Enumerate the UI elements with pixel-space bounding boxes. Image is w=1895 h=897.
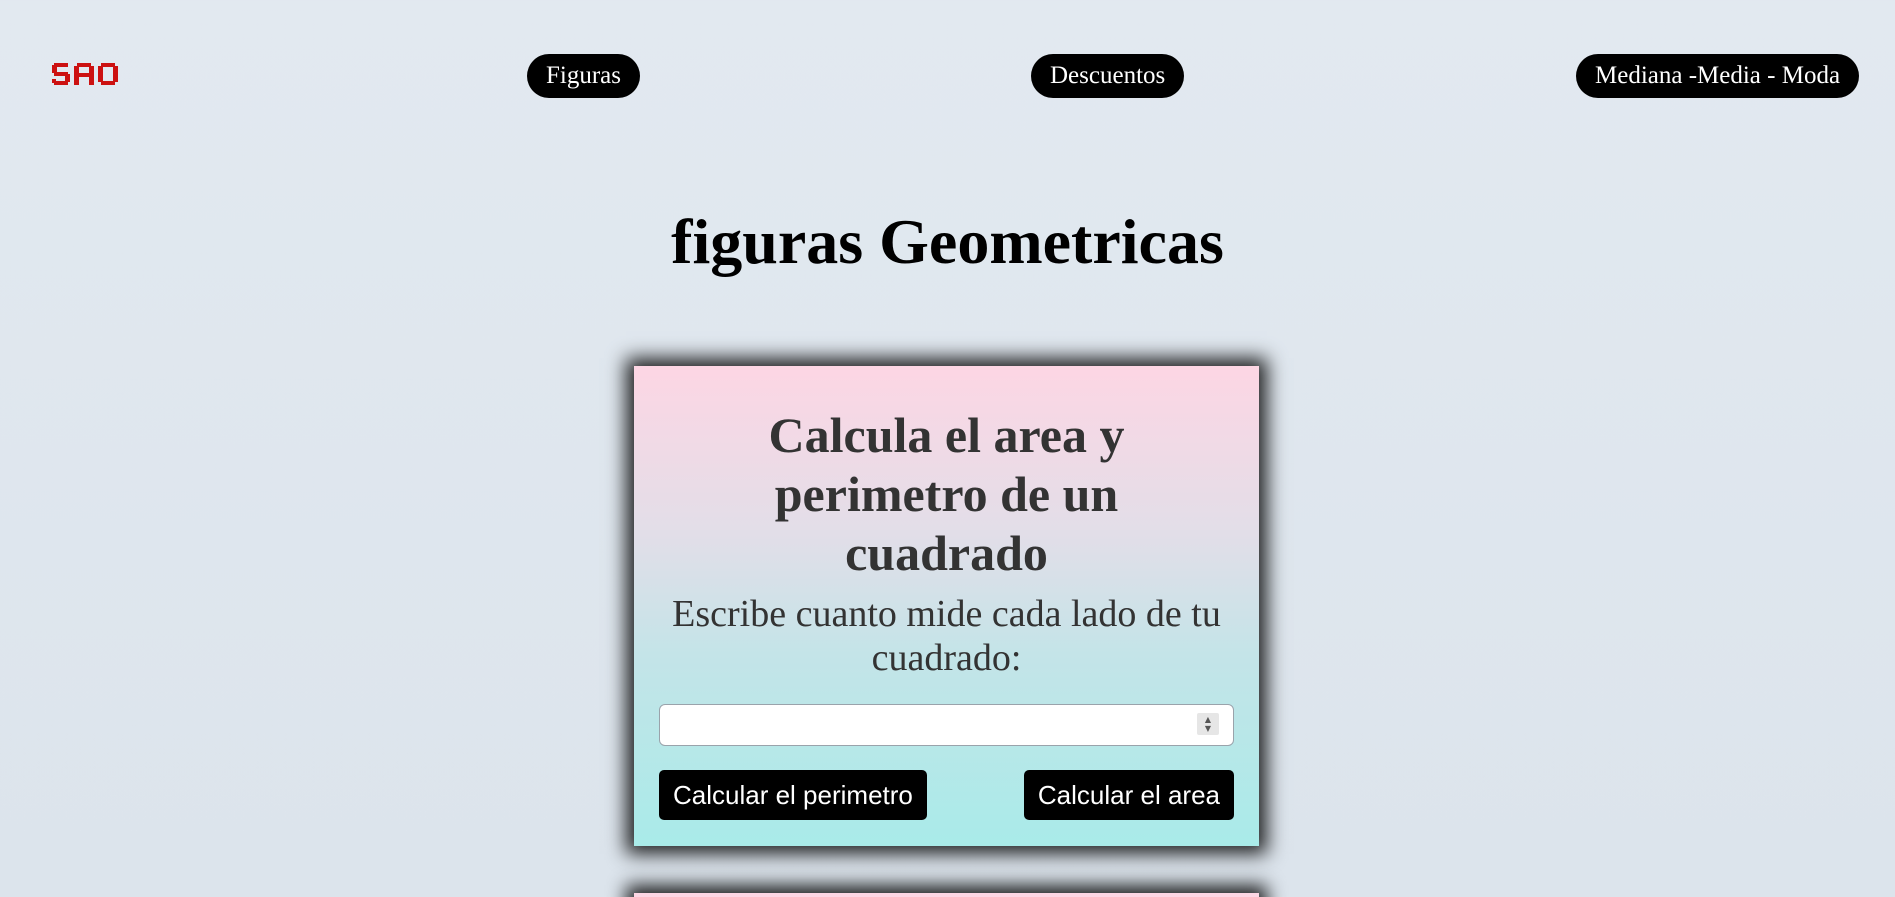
logo — [52, 63, 118, 85]
nav-descuentos-link[interactable]: Descuentos — [1031, 54, 1185, 98]
card-title-line: cuadrado — [845, 525, 1048, 581]
calculate-area-button[interactable]: Calcular el area — [1023, 770, 1234, 820]
square-calculator-card: Calcula el area y perimetro de un cuadra… — [634, 366, 1259, 846]
logo-letter-o — [98, 63, 118, 85]
card-title-line: perimetro de un — [774, 466, 1119, 522]
logo-letter-a — [74, 63, 94, 85]
card-title-line: Calcula el area y — [768, 407, 1125, 463]
page-title: figuras Geometricas — [671, 206, 1224, 277]
next-card-edge — [634, 893, 1259, 897]
card-instructions: Escribe cuanto mide cada lado de tu cuad… — [672, 593, 1221, 679]
nav-figuras-link[interactable]: Figuras — [527, 54, 640, 98]
side-length-input[interactable] — [659, 704, 1234, 746]
card-title: Calcula el area y perimetro de un cuadra… — [634, 406, 1259, 583]
calculate-perimeter-button[interactable]: Calcular el perimetro — [659, 770, 927, 820]
number-spinner-icon[interactable]: ▲ ▼ — [1197, 713, 1219, 735]
nav-mediana-media-moda-link[interactable]: Mediana -Media - Moda — [1576, 54, 1860, 98]
logo-letter-s — [52, 63, 70, 85]
